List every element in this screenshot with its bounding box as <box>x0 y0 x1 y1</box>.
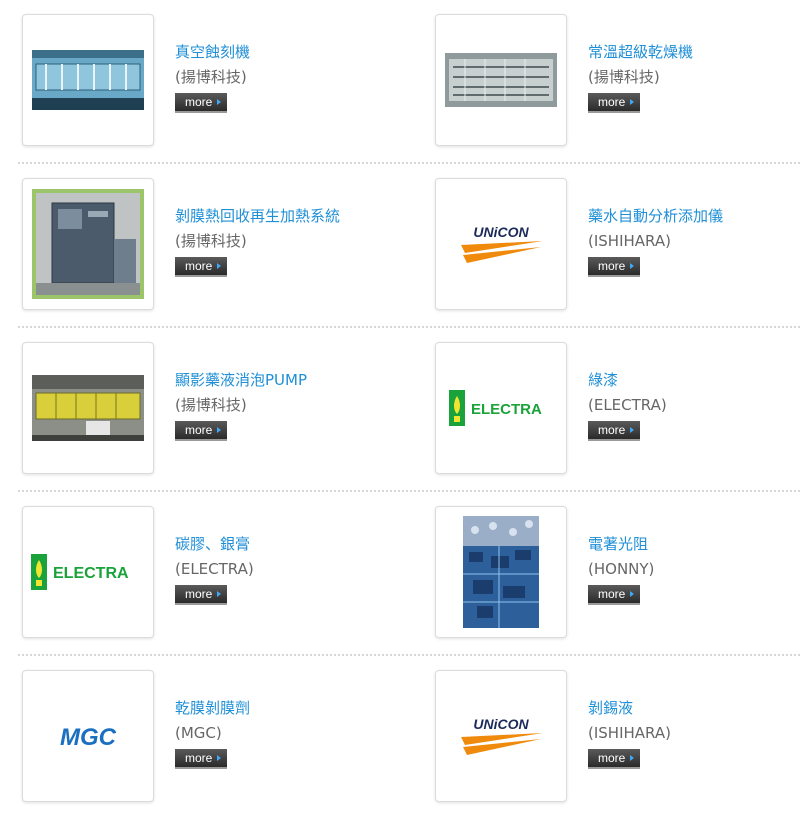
unicon-logo-text: UNiCON <box>473 224 529 240</box>
product-title[interactable]: 藥水自動分析添加儀 <box>588 206 723 226</box>
mgc-logo-text: MGC <box>60 724 117 751</box>
product-maker: (ISHIHARA) <box>588 232 671 250</box>
more-label: more <box>185 423 213 437</box>
arrow-right-icon <box>630 99 635 105</box>
heat-recovery-cabinet-photo[interactable] <box>22 178 154 310</box>
row-divider <box>18 654 800 656</box>
product-maker: (MGC) <box>175 724 222 742</box>
product-title[interactable]: 綠漆 <box>588 370 667 390</box>
product-title[interactable]: 碳膠、銀膏 <box>175 534 254 554</box>
more-button[interactable]: more <box>588 585 641 605</box>
electra-logo-text: ELECTRA <box>53 565 129 582</box>
more-button[interactable]: more <box>175 257 228 277</box>
product-title[interactable]: 乾膜剝膜劑 <box>175 698 250 718</box>
arrow-right-icon <box>217 591 222 597</box>
product-title[interactable]: 真空蝕刻機 <box>175 42 250 62</box>
mgc-logo[interactable]: MGC <box>22 670 154 802</box>
more-label: more <box>598 259 626 273</box>
product-card: 電著光阻 (HONNY) more <box>435 506 800 640</box>
arrow-right-icon <box>630 427 635 433</box>
more-label: more <box>598 587 626 601</box>
more-button[interactable]: more <box>588 421 641 441</box>
product-card: 剝膜熱回收再生加熱系統 (揚博科技) more <box>22 178 402 312</box>
more-button[interactable]: more <box>175 421 228 441</box>
product-title[interactable]: 電著光阻 <box>588 534 654 554</box>
more-label: more <box>185 587 213 601</box>
product-card: UNiCON 藥水自動分析添加儀 (ISHIHARA) more <box>435 178 800 312</box>
product-maker: (揚博科技) <box>175 232 247 250</box>
more-label: more <box>598 95 626 109</box>
product-maker: (ISHIHARA) <box>588 724 671 742</box>
electra-logo[interactable]: ELECTRA <box>435 342 567 474</box>
arrow-right-icon <box>217 99 222 105</box>
product-maker: (HONNY) <box>588 560 655 578</box>
more-button[interactable]: more <box>175 749 228 769</box>
product-row: 真空蝕刻機 (揚博科技) more 常溫超級乾燥機 (揚博科技) more <box>0 14 800 178</box>
product-title[interactable]: 剝錫液 <box>588 698 671 718</box>
row-divider <box>18 490 800 492</box>
product-card: 真空蝕刻機 (揚博科技) more <box>22 14 402 148</box>
vacuum-etcher-photo[interactable] <box>22 14 154 146</box>
product-card: UNiCON 剝錫液 (ISHIHARA) more <box>435 670 800 804</box>
electra-logo-text: ELECTRA <box>471 401 542 418</box>
arrow-right-icon <box>217 263 222 269</box>
electra-logo[interactable]: ELECTRA <box>22 506 154 638</box>
arrow-right-icon <box>630 263 635 269</box>
dryer-photo[interactable] <box>435 14 567 146</box>
circuit-board-photo[interactable] <box>435 506 567 638</box>
arrow-right-icon <box>217 755 222 761</box>
more-button[interactable]: more <box>175 93 228 113</box>
product-maker: (揚博科技) <box>175 68 247 86</box>
product-card: ELECTRA 碳膠、銀膏 (ELECTRA) more <box>22 506 402 640</box>
more-button[interactable]: more <box>588 749 641 769</box>
product-title[interactable]: 常溫超級乾燥機 <box>588 42 693 62</box>
product-title[interactable]: 剝膜熱回收再生加熱系統 <box>175 206 340 226</box>
product-maker: (ELECTRA) <box>588 396 667 414</box>
product-row: 顯影藥液消泡PUMP (揚博科技) more ELECTRA 綠漆 (ELECT… <box>0 342 800 506</box>
arrow-right-icon <box>630 591 635 597</box>
more-button[interactable]: more <box>588 93 641 113</box>
product-row: 剝膜熱回收再生加熱系統 (揚博科技) more UNiCON 藥水自動分析添加儀… <box>0 178 800 342</box>
product-row: MGC 乾膜剝膜劑 (MGC) more UNiCON 剝錫液 (ISHIHAR… <box>0 670 800 834</box>
unicon-logo-text: UNiCON <box>473 716 529 732</box>
product-card: MGC 乾膜剝膜劑 (MGC) more <box>22 670 402 804</box>
product-row: ELECTRA 碳膠、銀膏 (ELECTRA) more 電著光阻 (HONNY… <box>0 506 800 670</box>
more-label: more <box>598 751 626 765</box>
more-label: more <box>185 751 213 765</box>
developer-line-photo[interactable] <box>22 342 154 474</box>
product-maker: (揚博科技) <box>175 396 247 414</box>
more-button[interactable]: more <box>588 257 641 277</box>
unicon-logo[interactable]: UNiCON <box>435 670 567 802</box>
row-divider <box>18 162 800 164</box>
unicon-logo[interactable]: UNiCON <box>435 178 567 310</box>
product-title[interactable]: 顯影藥液消泡PUMP <box>175 370 307 390</box>
product-maker: (ELECTRA) <box>175 560 254 578</box>
arrow-right-icon <box>217 427 222 433</box>
arrow-right-icon <box>630 755 635 761</box>
more-button[interactable]: more <box>175 585 228 605</box>
more-label: more <box>185 259 213 273</box>
row-divider <box>18 326 800 328</box>
product-card: ELECTRA 綠漆 (ELECTRA) more <box>435 342 800 476</box>
more-label: more <box>185 95 213 109</box>
more-label: more <box>598 423 626 437</box>
product-card: 常溫超級乾燥機 (揚博科技) more <box>435 14 800 148</box>
product-card: 顯影藥液消泡PUMP (揚博科技) more <box>22 342 402 476</box>
product-maker: (揚博科技) <box>588 68 660 86</box>
